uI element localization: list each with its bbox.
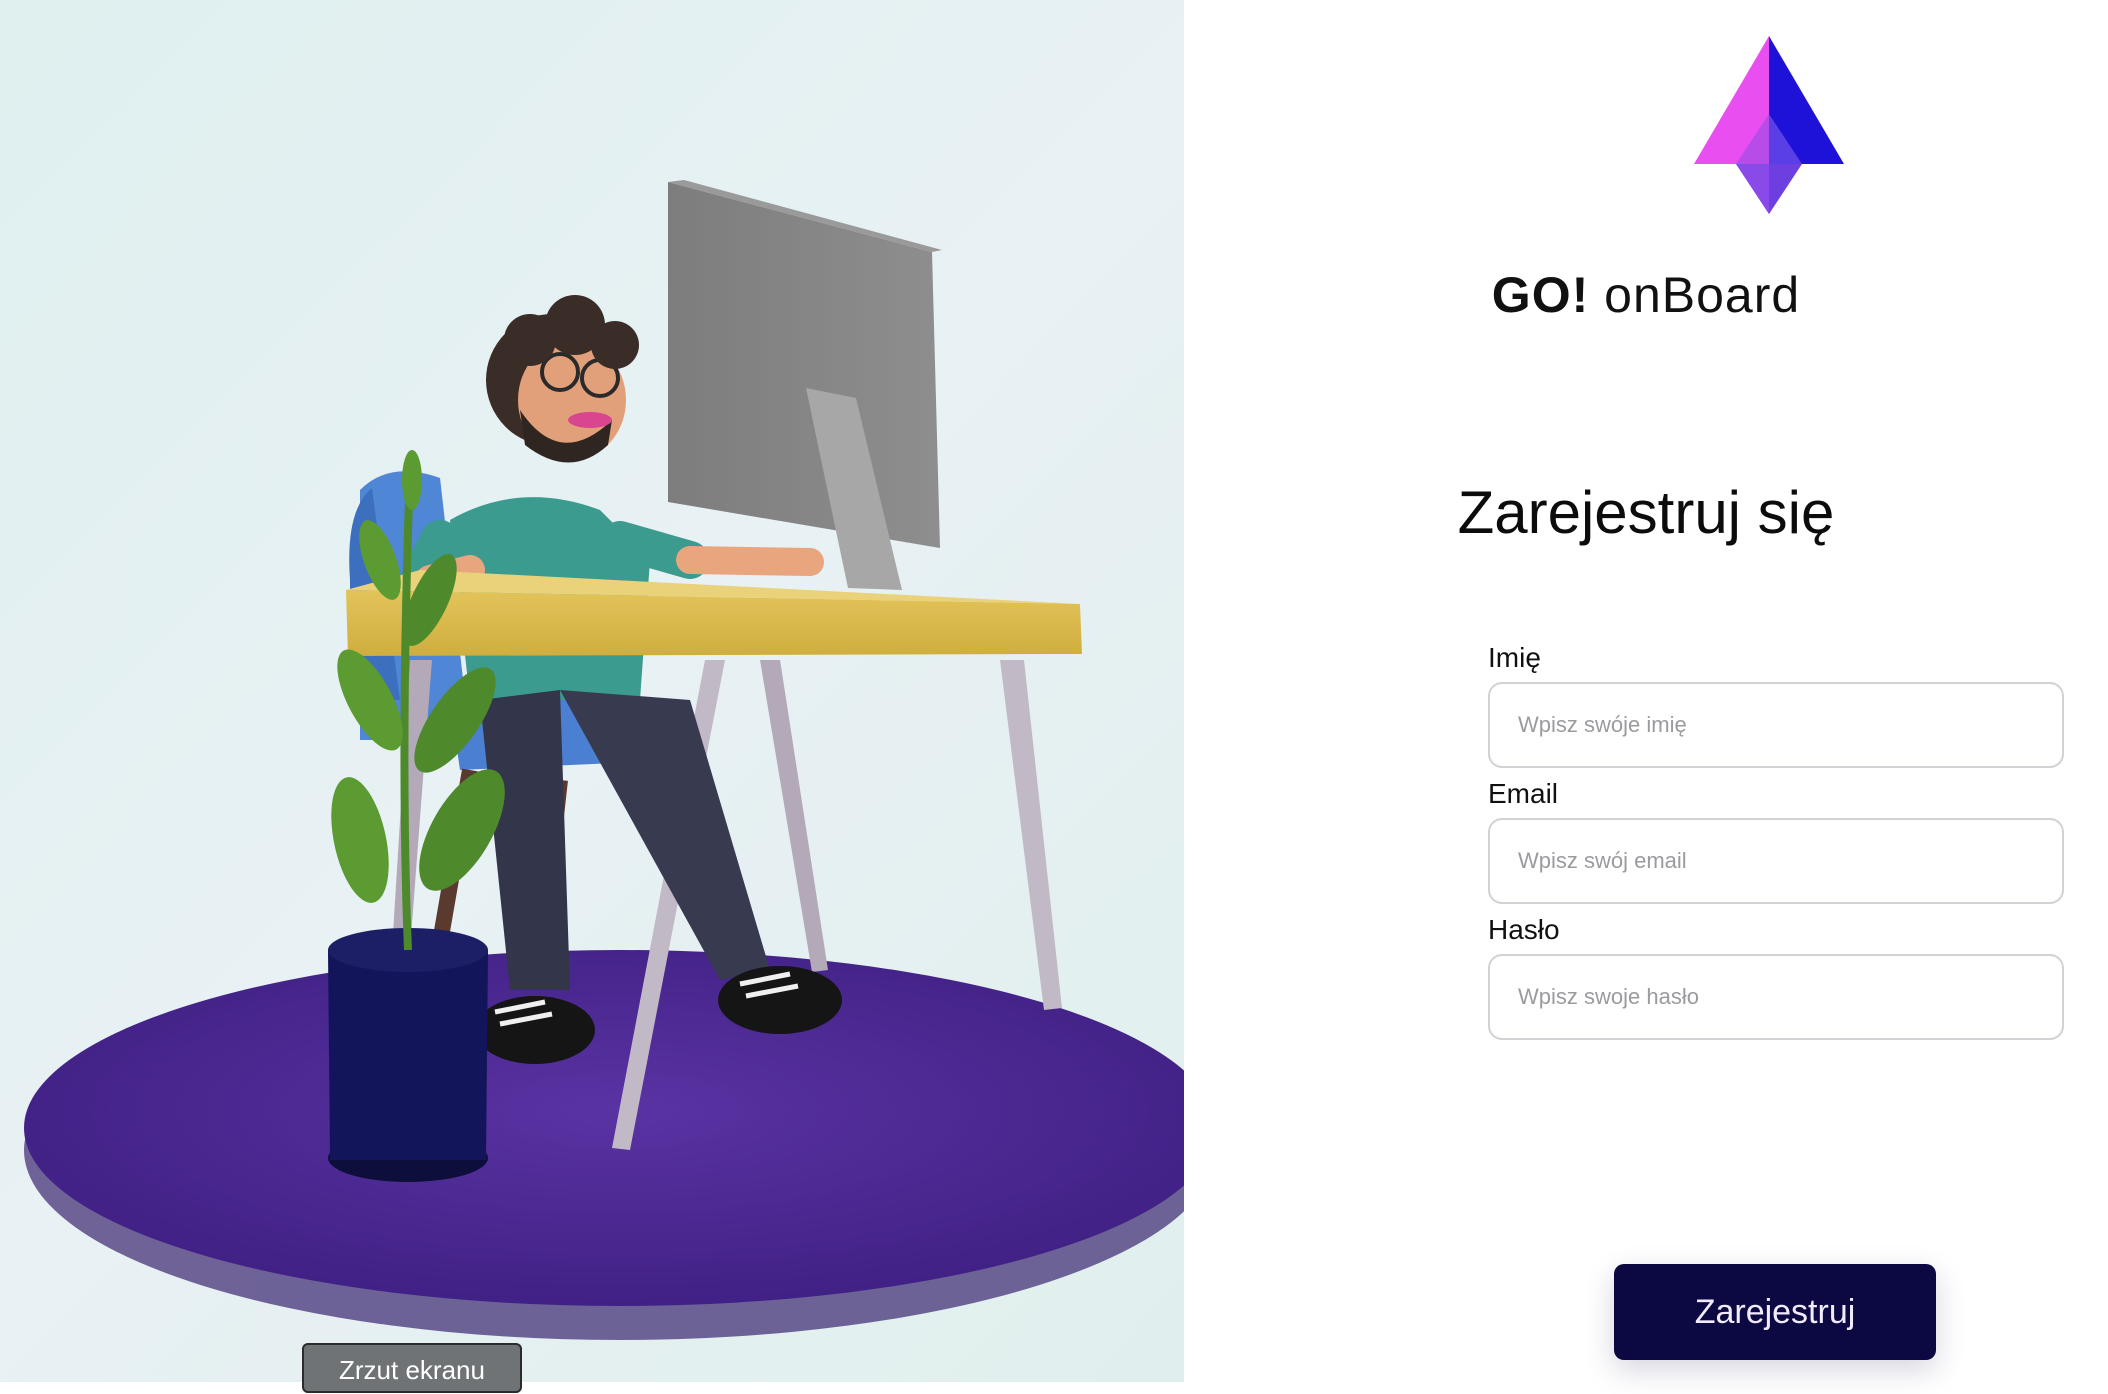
register-button[interactable]: Zarejestruj xyxy=(1614,1264,1936,1360)
email-input[interactable] xyxy=(1488,818,2064,904)
name-label: Imię xyxy=(1488,642,1541,673)
logo-icon xyxy=(1694,36,1844,214)
screenshot-button[interactable]: Zrzut ekranu xyxy=(302,1343,522,1393)
password-label: Hasło xyxy=(1488,914,1560,945)
desk-worker-illustration xyxy=(24,180,1216,1340)
form-title: Zarejestruj się xyxy=(1457,479,1835,546)
email-label: Email xyxy=(1488,778,1559,809)
illustration-panel: Zrzut ekranu xyxy=(0,0,1216,1393)
brand-name-bold: GO! xyxy=(1491,267,1590,323)
name-input[interactable] xyxy=(1488,682,2064,768)
password-input[interactable] xyxy=(1488,954,2064,1040)
brand-name: GO! onBoard xyxy=(1184,266,2108,324)
brand-name-light: onBoard xyxy=(1604,267,1801,323)
register-panel: GO! onBoard Zarejestruj się Imię Email H… xyxy=(1184,0,2108,1382)
